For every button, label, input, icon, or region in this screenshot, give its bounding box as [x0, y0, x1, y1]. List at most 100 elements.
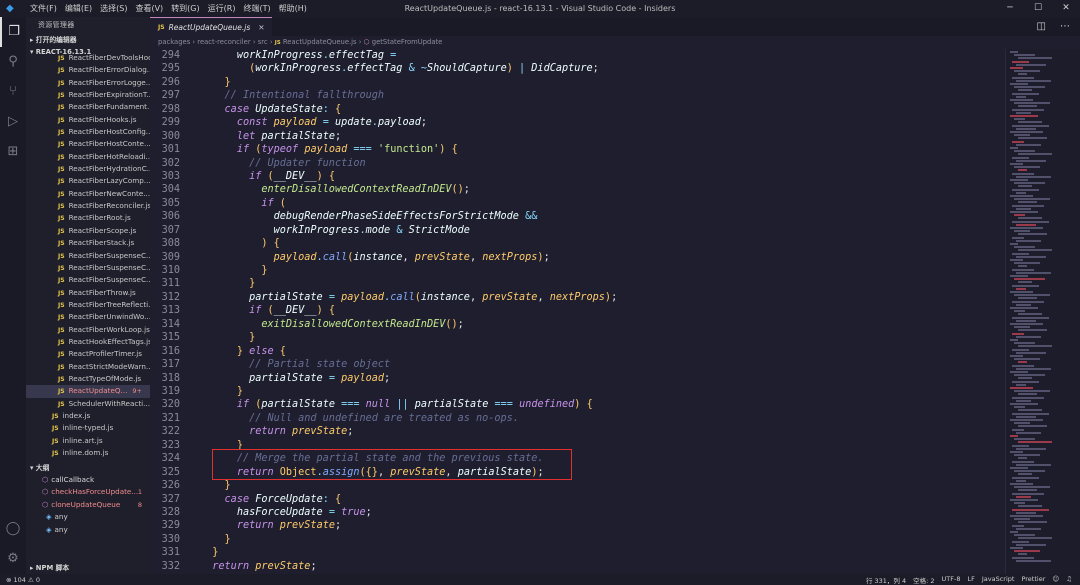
file-item[interactable]: JS ReactFiberWorkLoop.js	[26, 324, 150, 336]
encoding[interactable]: UTF-8	[942, 575, 961, 585]
source-control-icon[interactable]: ⑂	[0, 77, 26, 107]
indentation[interactable]: 空格: 2	[913, 575, 934, 585]
file-item[interactable]: JS inline.art.js	[26, 435, 150, 447]
breadcrumb-packages[interactable]: packages	[158, 38, 190, 46]
outline-item[interactable]: ◈ any	[26, 524, 150, 536]
vscode-logo-icon: ◆	[6, 2, 14, 14]
npm-scripts-section[interactable]: ▸ NPM 脚本	[26, 562, 150, 574]
breadcrumb-src[interactable]: src	[258, 38, 268, 46]
minimap-line	[1016, 239, 1041, 242]
code-editor[interactable]: 294 workInProgress.effectTag = 295 (workI…	[150, 49, 1005, 574]
minimap-line	[1012, 188, 1039, 191]
outline-item[interactable]: ◈ any	[26, 511, 150, 523]
minimap-line	[1014, 198, 1050, 201]
minimap-line	[1012, 284, 1039, 287]
explorer-icon[interactable]: ❐	[0, 17, 26, 47]
outline-section[interactable]: ▾ 大纲	[26, 462, 150, 474]
file-item[interactable]: JS ReactFiberHostConfig...	[26, 126, 150, 138]
account-icon[interactable]: ◯	[0, 514, 26, 544]
code-line: 301 if (typeof payload === 'function') {	[150, 143, 1005, 156]
notifications-bell-icon[interactable]: ♫	[1066, 575, 1072, 585]
settings-gear-icon[interactable]: ⚙	[0, 544, 26, 574]
close-button[interactable]: ✕	[1052, 0, 1080, 17]
breadcrumb-react-reconciler[interactable]: react-reconciler	[197, 38, 250, 46]
file-item[interactable]: JS inline-typed.js	[26, 422, 150, 434]
minimap-line	[1012, 92, 1039, 95]
file-item[interactable]: JS ReactFiberTreeReflecti...	[26, 299, 150, 311]
file-item[interactable]: JS ReactFiberHydrationC...	[26, 163, 150, 175]
file-item[interactable]: JS index.js	[26, 410, 150, 422]
file-item[interactable]: JS ReactFiberExpirationT...	[26, 89, 150, 101]
menu-item[interactable]: 选择(S)	[96, 3, 131, 14]
open-editors-section[interactable]: ▸ 打开的编辑器	[26, 34, 150, 46]
file-item[interactable]: JS ReactFiberThrow.js	[26, 287, 150, 299]
file-item[interactable]: JS ReactTypeOfMode.js	[26, 373, 150, 385]
maximize-button[interactable]: ☐	[1024, 0, 1052, 17]
js-file-icon: JS	[58, 314, 65, 322]
outline-item[interactable]: ⬡ cloneUpdateQueue 8	[26, 499, 150, 511]
file-item[interactable]: JS ReactFiberHooks.js	[26, 114, 150, 126]
file-item[interactable]: JS ReactFiberErrorLogge...	[26, 77, 150, 89]
file-item[interactable]: JSinline.dom-browser.js	[26, 459, 150, 460]
code-line: 318 partialState = payload;	[150, 372, 1005, 385]
file-item[interactable]: JS ReactFiberHostConte...	[26, 138, 150, 150]
file-item[interactable]: JS ReactFiberErrorDialog...	[26, 64, 150, 76]
file-label: ReactProfilerTimer.js	[68, 349, 143, 359]
menu-item[interactable]: 文件(F)	[26, 3, 61, 14]
file-item[interactable]: JS ReactFiberUnwindWo...	[26, 311, 150, 323]
close-tab-icon[interactable]: ✕	[258, 23, 264, 32]
breadcrumb-function[interactable]: getStateFromUpdate	[372, 38, 443, 46]
file-item[interactable]: JS ReactFiberFundament...	[26, 101, 150, 113]
file-item[interactable]: JS ReactUpdateQ... 9+	[26, 385, 150, 398]
file-item[interactable]: JS ReactFiberLazyComp...	[26, 175, 150, 187]
menu-item[interactable]: 转到(G)	[167, 3, 203, 14]
file-item[interactable]: JS ReactFiberHotReloadi...	[26, 151, 150, 163]
code-content: if (	[261, 197, 286, 209]
js-file-icon: JS	[58, 129, 65, 137]
menu-item[interactable]: 运行(R)	[204, 3, 240, 14]
cursor-position[interactable]: 行 331，列 4	[866, 575, 906, 585]
file-item[interactable]: JS SchedulerWithReacti...	[26, 398, 150, 410]
feedback-icon[interactable]: ☺	[1052, 575, 1059, 585]
file-label: ReactStrictModeWarn...	[68, 361, 150, 371]
search-icon[interactable]: ⚲	[0, 47, 26, 77]
language-mode[interactable]: JavaScript	[982, 575, 1015, 585]
menu-item[interactable]: 编辑(E)	[61, 3, 96, 14]
outline-item[interactable]: ⬡ callCallback	[26, 474, 150, 486]
more-actions-icon[interactable]: ⋯	[1060, 21, 1070, 32]
file-item[interactable]: JS ReactFiberRoot.js	[26, 212, 150, 224]
tab-react-update-queue[interactable]: JS ReactUpdateQueue.js ✕	[150, 17, 272, 36]
file-item[interactable]: JS ReactFiberSuspenseC...	[26, 274, 150, 286]
code-line: 308 ) {	[150, 237, 1005, 250]
file-item[interactable]: JS ReactStrictModeWarn...	[26, 361, 150, 373]
file-item[interactable]: JS ReactFiberReconciler.js	[26, 200, 150, 212]
menu-item[interactable]: 终端(T)	[239, 3, 274, 14]
outline-item[interactable]: ⬡ checkHasForceUpdate... 1	[26, 486, 150, 498]
file-tree: JSReactFiberDevToolsHook.jsJSReactFiberE…	[26, 52, 150, 460]
file-item[interactable]: JS ReactFiberSuspenseC...	[26, 250, 150, 262]
minimap-line	[1014, 422, 1030, 425]
menu-item[interactable]: 查看(V)	[131, 3, 167, 14]
file-item[interactable]: JS ReactFiberStack.js	[26, 237, 150, 249]
file-item[interactable]: JS ReactFiberNewConte...	[26, 188, 150, 200]
breadcrumb-file[interactable]: ReactUpdateQueue.js	[283, 38, 357, 46]
js-file-icon: JS	[274, 40, 281, 46]
problems-indicator[interactable]: ⊗ 104 ⚠ 0	[6, 576, 40, 584]
end-of-line[interactable]: LF	[968, 575, 975, 585]
file-item[interactable]: JS ReactFiberSuspenseC...	[26, 262, 150, 274]
minimap[interactable]	[1005, 49, 1080, 574]
code-content: workInProgress.effectTag =	[236, 50, 397, 61]
code-line: 298 case UpdateState: {	[150, 103, 1005, 116]
file-item[interactable]: JS ReactFiberScope.js	[26, 225, 150, 237]
run-debug-icon[interactable]: ▷	[0, 107, 26, 137]
file-item[interactable]: JS inline.dom.js	[26, 447, 150, 459]
file-item[interactable]: JS ReactProfilerTimer.js	[26, 348, 150, 360]
split-editor-icon[interactable]: ◫	[1037, 21, 1046, 32]
minimap-line	[1012, 60, 1029, 63]
file-item[interactable]: JSReactFiberDevToolsHook.js	[26, 52, 150, 64]
formatter[interactable]: Prettier	[1021, 575, 1045, 585]
minimize-button[interactable]: ─	[996, 0, 1024, 17]
file-item[interactable]: JS ReactHookEffectTags.js	[26, 336, 150, 348]
extensions-icon[interactable]: ⊞	[0, 137, 26, 167]
menu-item[interactable]: 帮助(H)	[275, 3, 311, 14]
